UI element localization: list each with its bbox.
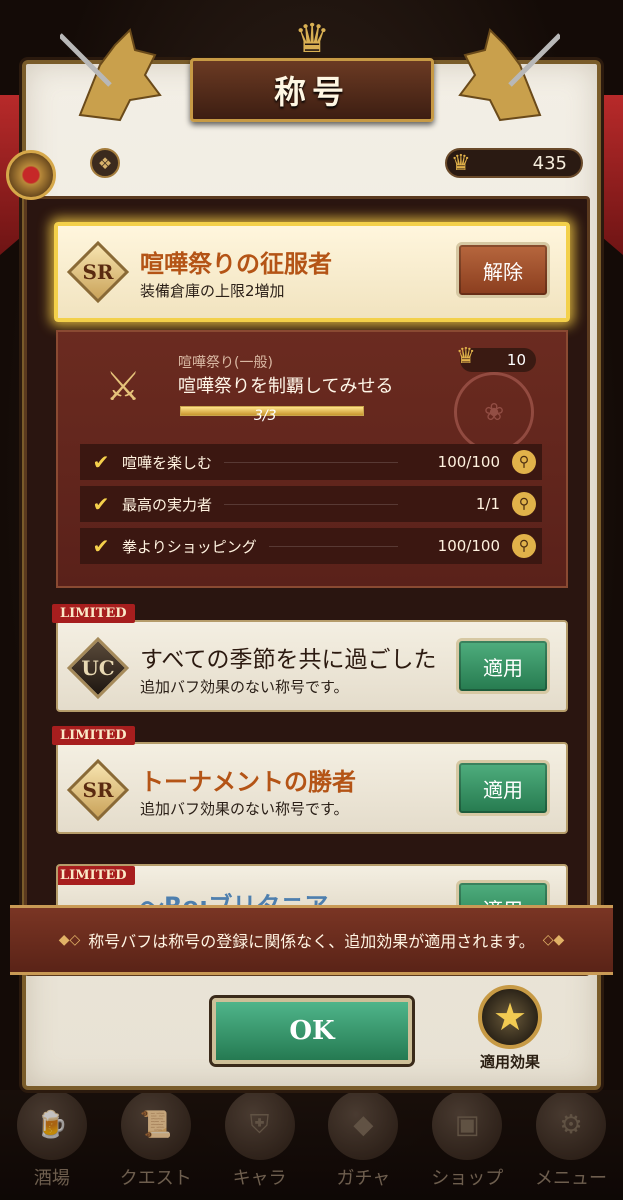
griffin-right-icon: [458, 28, 560, 122]
limited-tag: LIMITED: [52, 726, 135, 745]
detail-category: 喧嘩祭り(一般): [178, 355, 273, 371]
title-description: 追加バフ効果のない称号です。: [140, 800, 349, 818]
task-row: ✔ 喧嘩を楽しむ 100/100 ⚲: [80, 444, 542, 480]
nav-label: ガチャ: [336, 1168, 391, 1189]
release-button[interactable]: 解除: [456, 242, 550, 298]
task-name: 拳よりショッピング: [122, 537, 257, 556]
rank-badge-sr: SR: [66, 758, 130, 822]
dialog-title: 称号: [273, 73, 350, 111]
gacha-icon: ◆: [328, 1090, 399, 1160]
title-card[interactable]: LIMITED SR トーナメントの勝者 追加バフ効果のない称号です。 適用: [52, 726, 568, 834]
detail-title: 喧嘩祭りを制覇してみせる: [178, 376, 394, 397]
ok-button[interactable]: OK: [212, 998, 412, 1064]
title-detail-panel: ⚔ 喧嘩祭り(一般) 喧嘩祭りを制覇してみせる 3/3 ♛ 10 ❀ ✔ 喧嘩を楽…: [56, 330, 568, 588]
info-banner: ◆◇ 称号バフは称号の登録に関係なく、追加効果が適用されます。 ◇◆: [10, 905, 613, 975]
title-name: 喧嘩祭りの征服者: [140, 250, 332, 278]
seal-watermark-icon: ❀: [454, 372, 534, 452]
apply-button[interactable]: 適用: [456, 638, 550, 694]
character-icon: ⛨: [224, 1090, 295, 1160]
filter-button[interactable]: ❖: [90, 148, 120, 178]
progress-text: 3/3: [254, 408, 277, 424]
checkmark-icon: ✔: [92, 492, 110, 516]
rank-badge-sr: SR: [66, 240, 130, 304]
bottom-nav: 🍺 酒場 📜 クエスト ⛨ キャラ ◆ ガチャ ▣ ショップ ⚙ メニュー: [0, 1090, 623, 1200]
title-card-selected[interactable]: SR 喧嘩祭りの征服者 装備倉庫の上限2増加 解除: [54, 222, 570, 322]
ornament-icon: ◆◇: [58, 932, 81, 948]
crown-counter: ♛ 435: [445, 148, 583, 178]
nav-label: メニュー: [535, 1168, 608, 1189]
task-row: ✔ 拳よりショッピング 100/100 ⚲: [80, 528, 542, 564]
nav-label: クエスト: [119, 1168, 192, 1189]
task-row: ✔ 最高の実力者 1/1 ⚲: [80, 486, 542, 522]
nav-quest: 📜 クエスト: [106, 1090, 206, 1190]
title-description: 装備倉庫の上限2増加: [140, 282, 285, 300]
nav-label: キャラ: [232, 1168, 287, 1189]
star-icon: ★: [478, 985, 542, 1049]
task-name: 最高の実力者: [122, 495, 213, 514]
nav-tavern: 🍺 酒場: [2, 1090, 102, 1190]
menu-icon: ⚙: [536, 1090, 607, 1160]
checkmark-icon: ✔: [92, 534, 110, 558]
crown-icon: ♛: [451, 150, 471, 176]
nav-menu: ⚙ メニュー: [521, 1090, 621, 1190]
crown-ornament-icon: ♛: [294, 16, 330, 62]
diamond-grid-icon: ❖: [97, 153, 113, 173]
task-name: 喧嘩を楽しむ: [122, 453, 213, 472]
gem-medallion-icon: [6, 150, 56, 200]
limited-tag: LIMITED: [52, 604, 135, 623]
task-count: 100/100: [437, 537, 500, 555]
rank-badge-uc: UC: [66, 636, 130, 700]
applied-effects-button[interactable]: ★ 適用効果: [462, 985, 558, 1075]
magnifier-icon[interactable]: ⚲: [512, 450, 536, 474]
task-count: 100/100: [437, 453, 500, 471]
title-description: 追加バフ効果のない称号です。: [140, 678, 349, 696]
nav-character: ⛨ キャラ: [210, 1090, 310, 1190]
crown-count: 435: [532, 152, 567, 174]
title-name: すべての季節を共に過ごした: [140, 647, 437, 673]
dialog-title-banner: 称号: [190, 58, 434, 122]
quest-icon: 📜: [120, 1090, 191, 1160]
apply-button[interactable]: 適用: [456, 760, 550, 816]
griffin-left-icon: [60, 28, 162, 122]
nav-label: 酒場: [33, 1168, 70, 1189]
shop-icon: ▣: [432, 1090, 503, 1160]
title-name: トーナメントの勝者: [140, 768, 356, 796]
info-text: 称号バフは称号の登録に関係なく、追加効果が適用されます。: [88, 932, 535, 951]
magnifier-icon[interactable]: ⚲: [512, 492, 536, 516]
applied-effects-label: 適用効果: [479, 1053, 540, 1071]
reward-crown-count: ♛ 10: [456, 344, 536, 372]
limited-tag: LIMITED: [58, 866, 135, 885]
nav-gacha: ◆ ガチャ: [313, 1090, 413, 1190]
magnifier-icon[interactable]: ⚲: [512, 534, 536, 558]
task-count: 1/1: [475, 495, 500, 513]
nav-shop: ▣ ショップ: [417, 1090, 517, 1190]
title-card[interactable]: LIMITED UC すべての季節を共に過ごした 追加バフ効果のない称号です。 …: [52, 604, 568, 712]
tavern-icon: 🍺: [16, 1090, 87, 1160]
crown-icon: ♛: [456, 344, 476, 369]
checkmark-icon: ✔: [92, 450, 110, 474]
ornament-icon: ◇◆: [542, 932, 565, 948]
crossed-swords-icon: ⚔: [105, 364, 141, 410]
nav-label: ショップ: [431, 1168, 504, 1189]
